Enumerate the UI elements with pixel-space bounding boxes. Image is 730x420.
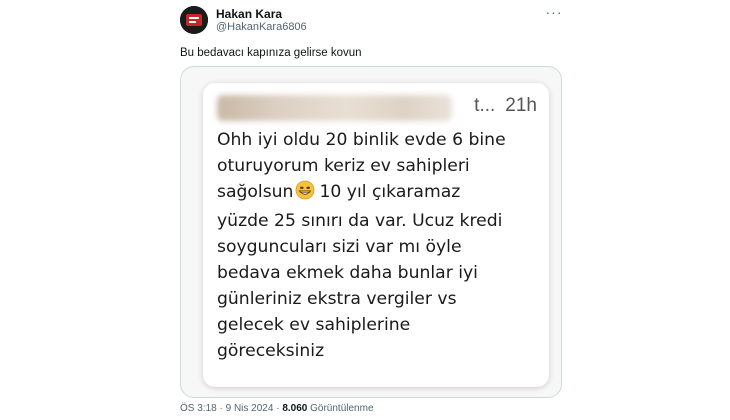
avatar-image — [180, 6, 208, 34]
grinning-face-icon — [295, 180, 315, 208]
card-line: 10 yıl çıkaramaz — [319, 182, 461, 202]
card-line: Ohh iyi oldu 20 binlik evde 6 bine — [217, 130, 506, 150]
card-line: sağolsun — [217, 182, 294, 202]
card-body-text: Ohh iyi oldu 20 binlik evde 6 bine oturu… — [217, 127, 542, 364]
blurred-username — [217, 95, 452, 121]
card-line: oturuyorum keriz ev sahipleri — [217, 156, 470, 176]
avatar[interactable] — [180, 6, 208, 34]
card-line: yüzde 25 sınırı da var. Ucuz kredi — [217, 211, 503, 231]
card-time-ago: 21h — [505, 95, 537, 116]
tweet-footer: ÖS 3:18 · 9 Nis 2024 · 8.060 Görüntülenm… — [180, 403, 374, 414]
screenshot-card: t... 21h Ohh iyi oldu 20 binlik evde 6 bi… — [203, 83, 549, 387]
views-label: Görüntülenme — [310, 403, 374, 414]
tweet-date[interactable]: 9 Nis 2024 — [226, 403, 274, 414]
more-dots-icon: ··· — [545, 4, 563, 20]
card-meta: t... 21h — [464, 95, 537, 117]
card-line: göreceksiniz — [217, 341, 325, 361]
tweet-text: Bu bedavacı kapınıza gelirse kovun — [180, 47, 362, 59]
tweet-media[interactable]: t... 21h Ohh iyi oldu 20 binlik evde 6 bi… — [180, 66, 562, 398]
card-line: günleriniz ekstra vergiler vs — [217, 289, 457, 309]
card-line: gelecek ev sahiplerine — [217, 315, 411, 335]
card-line-with-emoji: sağolsun 10 yıl çıkaramaz — [217, 179, 542, 208]
card-line: bedava ekmek daha bunlar iyi — [217, 263, 478, 283]
footer-separator: · — [276, 403, 280, 414]
card-time-prefix: t... — [474, 95, 496, 116]
author-name[interactable]: Hakan Kara — [216, 7, 282, 21]
author-handle[interactable]: @HakanKara6806 — [216, 21, 307, 33]
views-count: 8.060 — [282, 403, 308, 414]
tweet-time[interactable]: ÖS 3:18 — [180, 403, 217, 414]
footer-separator: · — [219, 403, 223, 414]
more-options-button[interactable]: ··· — [544, 2, 564, 22]
card-line: soyguncuları sizi var mı öyle — [217, 237, 462, 257]
